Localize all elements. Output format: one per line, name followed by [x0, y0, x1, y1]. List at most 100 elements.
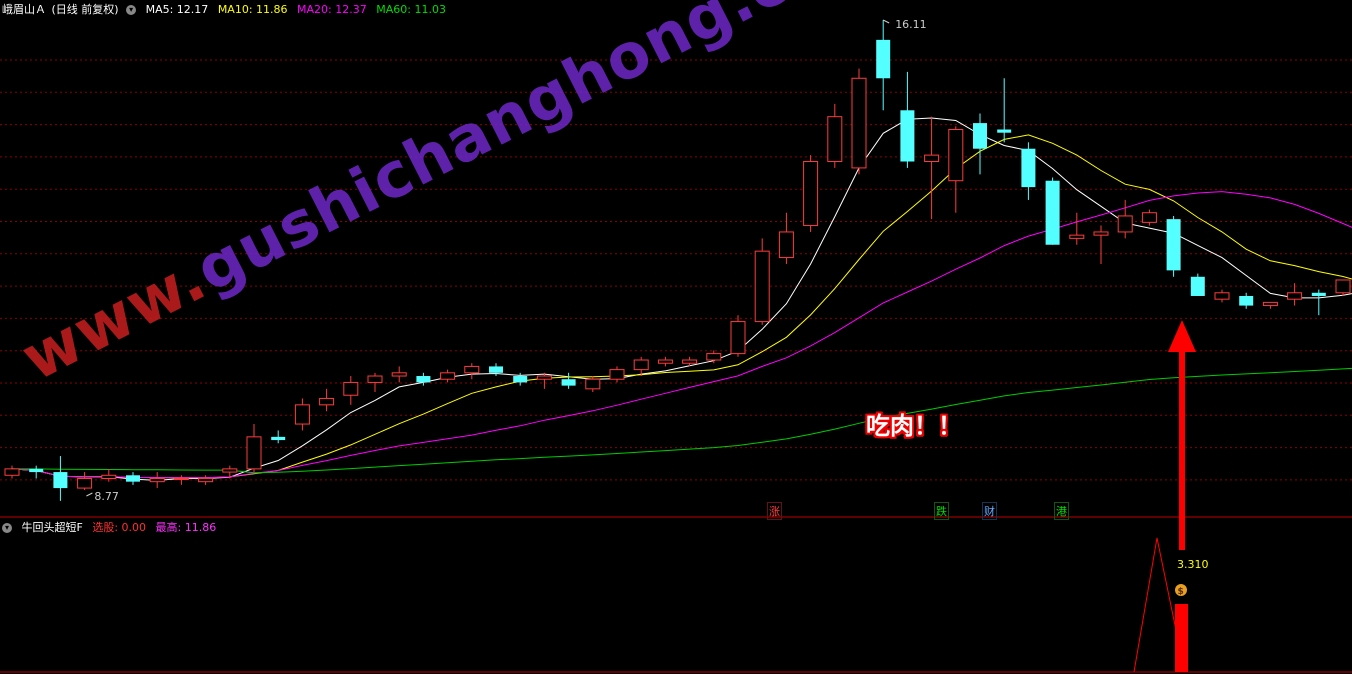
candle-body — [1141, 212, 1157, 223]
red-arrow-head — [1168, 320, 1196, 352]
candle-body — [367, 375, 383, 383]
signal-line — [1133, 537, 1177, 673]
candle-body — [1335, 279, 1351, 294]
candle-body — [609, 369, 625, 380]
candle-body — [778, 231, 794, 259]
candle-body — [173, 477, 189, 480]
candle — [343, 376, 359, 405]
candle-body — [1069, 234, 1085, 239]
candle — [851, 68, 867, 175]
low-price-label: 8.77 — [94, 490, 119, 503]
candle — [1287, 283, 1303, 306]
candle-body — [319, 397, 335, 406]
candle-body — [343, 381, 359, 396]
indicator-buy: 选股: 0.00 — [92, 521, 147, 534]
candle — [1117, 199, 1133, 239]
candle — [126, 472, 140, 485]
candle-body — [513, 376, 528, 383]
candle-body — [440, 372, 456, 380]
candle — [997, 78, 1012, 143]
ma20-line — [11, 191, 1352, 479]
price-annotations: 16.11 8.77 — [86, 18, 1196, 550]
ma10-line — [11, 134, 1352, 479]
grid-lines — [0, 59, 1352, 673]
stock-name: 峨眉山Ａ — [2, 3, 46, 16]
candle — [1311, 289, 1326, 316]
candle-body — [1045, 180, 1060, 245]
candle-body — [876, 39, 891, 79]
candle — [149, 472, 165, 489]
chevron-down-icon[interactable]: ▾ — [126, 5, 137, 15]
candle — [1166, 215, 1181, 277]
event-tag-zhang[interactable]: 涨 — [767, 502, 782, 520]
candle — [1239, 292, 1254, 309]
candle — [77, 472, 93, 490]
candle — [1335, 279, 1351, 296]
event-tag-gang[interactable]: 港 — [1054, 502, 1069, 520]
candle — [53, 456, 68, 501]
candle — [561, 372, 576, 389]
stock-chart: 16.11 8.77 3.310 $ — [0, 18, 1352, 673]
candle — [1190, 273, 1205, 296]
candle-body — [489, 366, 503, 373]
candle — [319, 388, 335, 412]
chevron-down-icon[interactable]: ▾ — [2, 523, 12, 533]
candle-body — [294, 404, 310, 425]
event-tag-cai[interactable]: 财 — [982, 502, 997, 520]
candle-body — [536, 375, 552, 380]
candle-body — [464, 365, 480, 374]
candle-body — [1239, 295, 1254, 306]
candle-body — [730, 321, 746, 355]
candle-body — [803, 161, 819, 227]
candle-body — [126, 475, 140, 482]
candle — [657, 356, 673, 367]
money-bag-symbol: $ — [1178, 587, 1184, 597]
candle — [754, 238, 770, 325]
candlesticks — [4, 20, 1351, 501]
candle-body — [29, 468, 44, 473]
ma60-line — [12, 367, 1352, 474]
candle-body — [973, 123, 987, 149]
candle-body — [706, 353, 722, 361]
candle — [367, 372, 383, 393]
candle-body — [900, 110, 915, 162]
candle-body — [1093, 231, 1109, 236]
candle-body — [4, 468, 20, 476]
candle-body — [1287, 292, 1303, 300]
candle-body — [77, 477, 93, 489]
chart-mode: (日线 前复权) — [51, 3, 119, 16]
low-marker — [86, 492, 93, 497]
candle — [900, 71, 915, 168]
event-tag-die[interactable]: 跌 — [934, 502, 949, 520]
candle-body — [198, 477, 214, 483]
candle — [464, 363, 480, 380]
candle — [924, 116, 940, 220]
candle — [730, 315, 746, 357]
candle — [1021, 142, 1036, 200]
candle-body — [827, 116, 843, 163]
candle — [1069, 212, 1085, 245]
candle — [391, 366, 407, 383]
candle — [827, 103, 843, 168]
candle-body — [682, 359, 698, 364]
ma20-label: MA20: 12.37 — [297, 3, 367, 16]
candle-body — [948, 128, 964, 182]
candle — [876, 20, 891, 111]
candle — [1093, 225, 1109, 264]
candle-body — [754, 250, 770, 323]
candle-body — [222, 468, 238, 473]
high-marker — [882, 19, 890, 24]
moving-average-lines — [11, 117, 1352, 481]
signal-value-label: 3.310 — [1177, 558, 1209, 571]
candle — [4, 465, 20, 479]
signal-bar — [1175, 604, 1188, 672]
ma5-line — [11, 117, 1352, 481]
candle — [246, 424, 262, 473]
candle — [973, 113, 987, 175]
candle — [271, 430, 286, 444]
candle-body — [1021, 148, 1036, 188]
indicator-high: 最高: 11.86 — [155, 521, 217, 534]
candle-body — [246, 436, 262, 470]
candle-body — [1166, 219, 1181, 271]
candle-body — [1214, 292, 1230, 300]
